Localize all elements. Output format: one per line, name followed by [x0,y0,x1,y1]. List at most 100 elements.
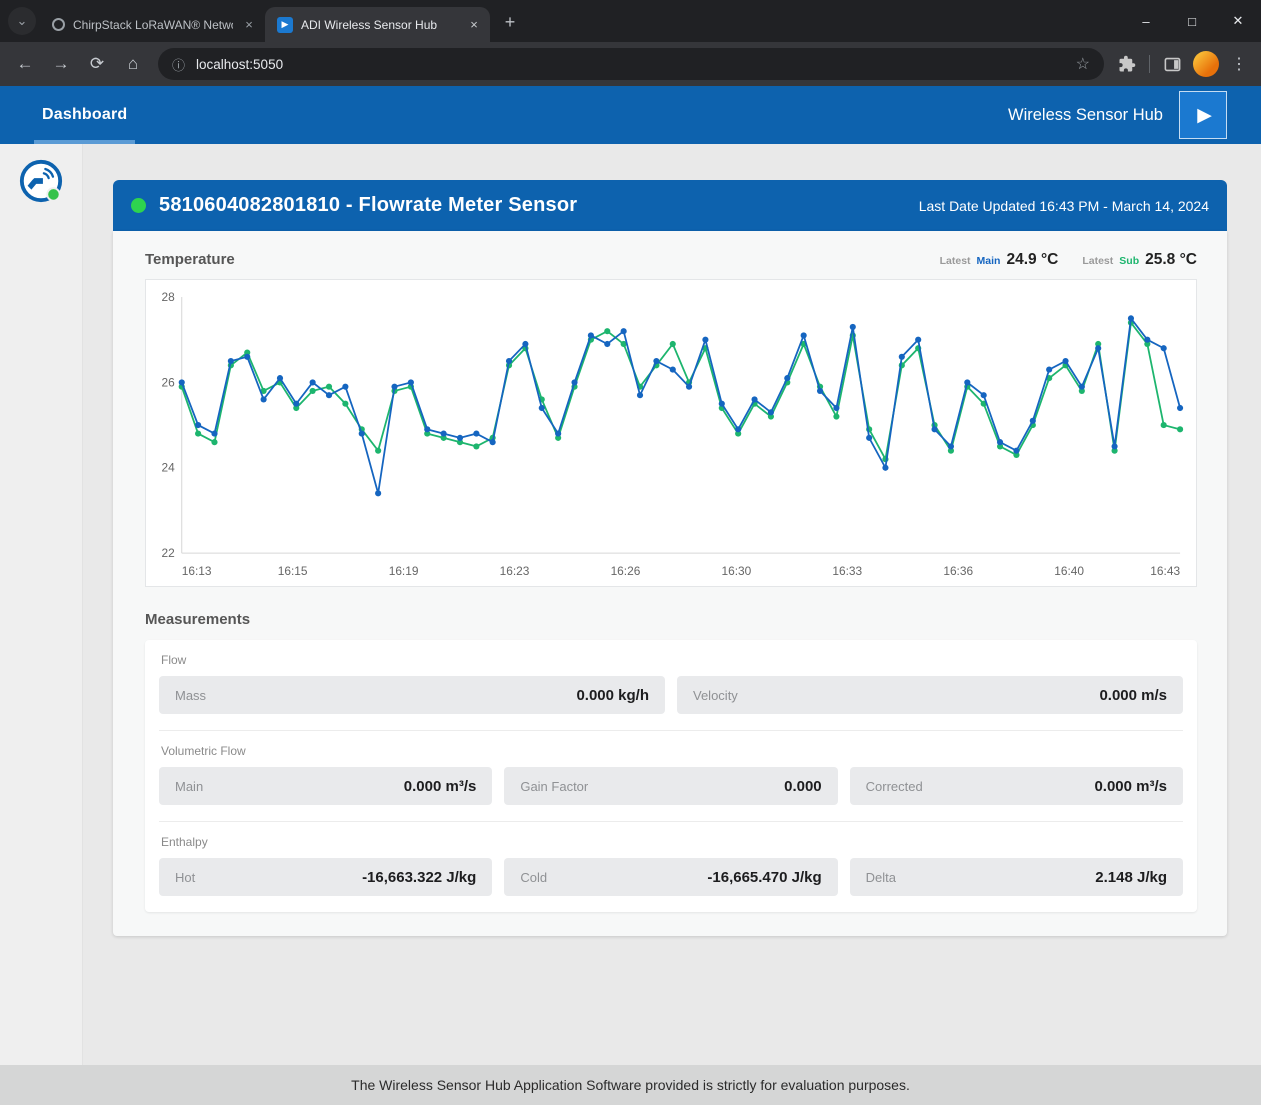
main-series-label: Main [977,255,1001,267]
nav-dashboard[interactable]: Dashboard [42,86,127,144]
svg-text:16:36: 16:36 [943,564,973,578]
measure-group-enthalpy: Enthalpy Hot -16,663.322 J/kg Cold -16,6… [159,821,1183,912]
latest-label: Latest [940,255,971,267]
svg-text:16:43: 16:43 [1150,564,1180,578]
svg-text:16:33: 16:33 [832,564,862,578]
sensor-card-body: Temperature Latest Main 24.9 °C Latest S… [113,231,1227,936]
extensions-icon[interactable] [1112,49,1142,79]
group-label: Enthalpy [161,835,1181,849]
group-label: Volumetric Flow [161,744,1181,758]
temperature-chart: 22 24 26 28 16:13 16:15 16:19 16:23 16:26 16:30 16… [148,284,1190,584]
field-delta: Delta 2.148 J/kg [850,858,1183,896]
maximize-button[interactable]: □ [1169,0,1215,42]
field-hot: Hot -16,663.322 J/kg [159,858,492,896]
field-cold: Cold -16,665.470 J/kg [504,858,837,896]
temperature-heading: Temperature [145,251,235,268]
forward-button[interactable]: → [44,47,78,81]
field-value: 2.148 J/kg [1095,869,1167,886]
app-title: Wireless Sensor Hub [1008,106,1163,125]
tab-chirpstack[interactable]: ChirpStack LoRaWAN® Networ × [40,7,265,42]
sensor-card-header: 5810604082801810 - Flowrate Meter Sensor… [113,180,1227,231]
reload-button[interactable]: ⟳ [80,47,114,81]
field-label: Hot [175,870,195,885]
address-bar[interactable]: ⓘ localhost:5050 ☆ [158,48,1104,80]
evaluation-footer: The Wireless Sensor Hub Application Soft… [0,1065,1261,1105]
sensor-hub-logo[interactable] [18,158,64,209]
tab-search-button[interactable]: ⌄ [8,7,36,35]
tab-adi-wireless-sensor-hub[interactable]: ▶ ADI Wireless Sensor Hub × [265,7,490,42]
latest-label: Latest [1082,255,1113,267]
svg-text:26: 26 [162,375,176,389]
home-button[interactable]: ⌂ [116,47,150,81]
back-button[interactable]: ← [8,47,42,81]
field-value: 0.000 kg/h [576,687,649,704]
field-value: 0.000 m³/s [1094,778,1167,795]
svg-text:16:26: 16:26 [611,564,641,578]
site-info-icon[interactable]: ⓘ [172,55,185,74]
field-label: Cold [520,870,547,885]
measure-group-volumetric-flow: Volumetric Flow Main 0.000 m³/s Gain Fac… [159,730,1183,821]
svg-text:16:15: 16:15 [278,564,308,578]
main-latest-value: 24.9 °C [1006,251,1058,269]
last-updated-text: Last Date Updated 16:43 PM - March 14, 2… [919,198,1209,214]
field-value: 0.000 m³/s [404,778,477,795]
url-text: localhost:5050 [196,57,283,72]
close-button[interactable]: ✕ [1215,0,1261,42]
svg-text:16:30: 16:30 [721,564,751,578]
toolbar-divider [1149,55,1150,73]
tab-close-icon[interactable]: × [466,17,482,33]
sensor-card: 5810604082801810 - Flowrate Meter Sensor… [113,180,1227,936]
temperature-header: Temperature Latest Main 24.9 °C Latest S… [145,251,1197,269]
field-label: Mass [175,688,206,703]
field-volumetric-main: Main 0.000 m³/s [159,767,492,805]
browser-tab-strip: ⌄ ChirpStack LoRaWAN® Networ × ▶ ADI Wir… [0,0,1261,42]
field-value: -16,663.322 J/kg [362,869,476,886]
sidebar [0,144,83,1065]
adi-favicon: ▶ [277,17,293,33]
browser-menu-icon[interactable]: ⋮ [1225,54,1253,74]
field-label: Main [175,779,203,794]
footer-text: The Wireless Sensor Hub Application Soft… [351,1077,910,1093]
temperature-chart-container: 22 24 26 28 16:13 16:15 16:19 16:23 16:26 16:30 16… [145,279,1197,587]
adi-logo: ▶ [1179,91,1227,139]
field-gain-factor: Gain Factor 0.000 [504,767,837,805]
measure-group-flow: Flow Mass 0.000 kg/h Velocity 0.000 m/s [159,640,1183,730]
chirpstack-favicon [52,18,65,31]
field-velocity: Velocity 0.000 m/s [677,676,1183,714]
profile-avatar[interactable] [1193,51,1219,77]
tab-close-icon[interactable]: × [241,17,257,33]
active-tab-underline [34,140,135,144]
side-panel-icon[interactable] [1157,49,1187,79]
field-value: -16,665.470 J/kg [707,869,821,886]
svg-text:22: 22 [162,546,176,560]
app-body: 5810604082801810 - Flowrate Meter Sensor… [0,144,1261,1065]
sub-latest-value: 25.8 °C [1145,251,1197,269]
tab-title: ADI Wireless Sensor Hub [301,18,458,32]
svg-text:16:19: 16:19 [389,564,419,578]
field-label: Velocity [693,688,738,703]
field-label: Corrected [866,779,923,794]
window-controls: – □ ✕ [1123,0,1261,42]
temperature-legend: Latest Main 24.9 °C Latest Sub 25.8 °C [940,251,1197,269]
svg-text:16:13: 16:13 [182,564,212,578]
main-content: 5810604082801810 - Flowrate Meter Sensor… [83,144,1261,1065]
field-label: Gain Factor [520,779,588,794]
svg-text:16:23: 16:23 [500,564,530,578]
minimize-button[interactable]: – [1123,0,1169,42]
svg-text:28: 28 [162,290,176,304]
field-label: Delta [866,870,896,885]
bookmark-star-icon[interactable]: ☆ [1076,54,1090,74]
sensor-title: 5810604082801810 - Flowrate Meter Sensor [159,194,577,217]
measurements-panel: Flow Mass 0.000 kg/h Velocity 0.000 m/s [145,640,1197,912]
svg-text:16:40: 16:40 [1054,564,1084,578]
new-tab-button[interactable]: + [496,8,524,36]
browser-navbar: ← → ⟳ ⌂ ⓘ localhost:5050 ☆ ⋮ [0,42,1261,86]
sub-series-label: Sub [1119,255,1139,267]
tab-title: ChirpStack LoRaWAN® Networ [73,18,233,32]
field-value: 0.000 [784,778,822,795]
group-label: Flow [161,653,1181,667]
field-value: 0.000 m/s [1099,687,1167,704]
svg-text:24: 24 [162,461,176,475]
app-header: Dashboard Wireless Sensor Hub ▶ [0,86,1261,144]
dashboard-label: Dashboard [42,106,127,124]
